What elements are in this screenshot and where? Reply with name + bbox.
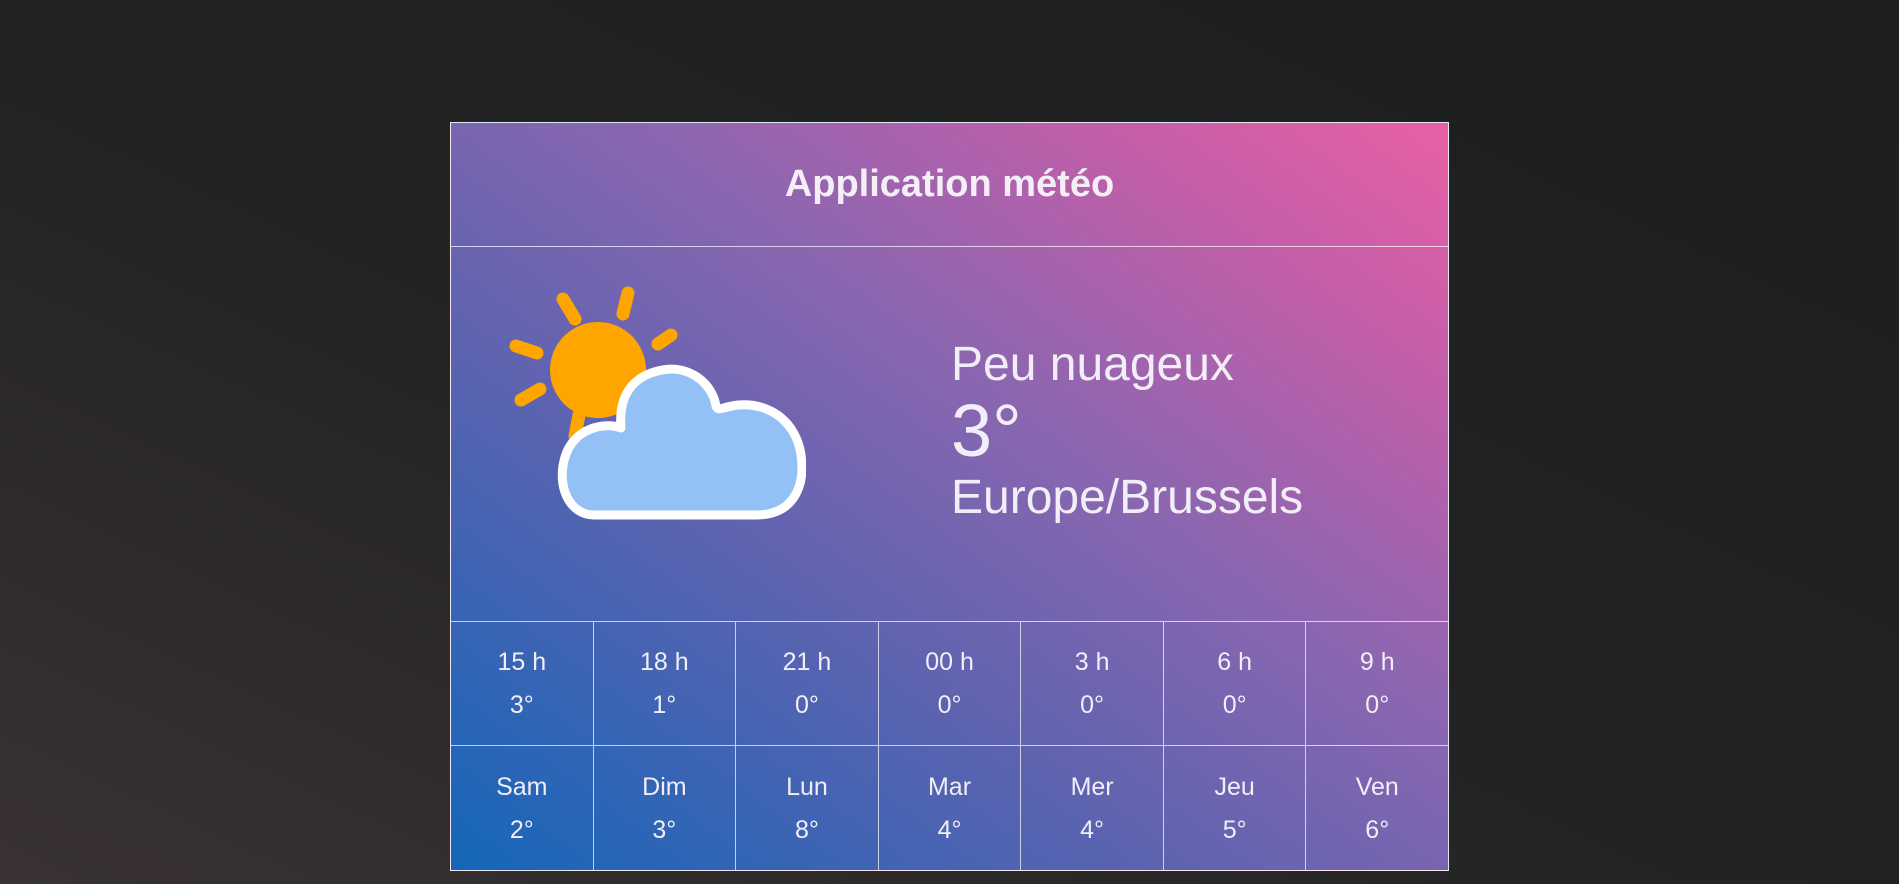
day-temp: 8° xyxy=(794,815,819,844)
hour-label: 00 h xyxy=(925,648,974,677)
day-cell: Mer 4° xyxy=(1021,746,1164,870)
hour-temp: 0° xyxy=(937,691,962,720)
day-cell: Ven 6° xyxy=(1306,746,1448,870)
hour-temp: 0° xyxy=(1222,691,1247,720)
day-label: Jeu xyxy=(1214,772,1255,801)
hour-cell: 6 h 0° xyxy=(1164,622,1307,746)
day-temp: 5° xyxy=(1222,815,1247,844)
partly-cloudy-icon xyxy=(509,286,806,520)
app-header: Application météo xyxy=(451,123,1448,247)
hour-label: 6 h xyxy=(1217,648,1253,677)
daily-forecast: Sam 2° Dim 3° Lun 8° Mar 4° Mer 4° Jeu 5… xyxy=(451,746,1448,870)
hour-temp: 0° xyxy=(794,691,819,720)
hour-cell: 18 h 1° xyxy=(594,622,737,746)
day-label: Dim xyxy=(642,772,687,801)
day-label: Mar xyxy=(927,772,972,801)
day-label: Mer xyxy=(1070,772,1114,801)
day-cell: Mar 4° xyxy=(879,746,1022,870)
hour-temp: 3° xyxy=(509,691,534,720)
hour-cell: 3 h 0° xyxy=(1021,622,1164,746)
app-title: Application météo xyxy=(784,162,1115,205)
hour-label: 9 h xyxy=(1359,648,1395,677)
hour-label: 21 h xyxy=(782,648,832,677)
hour-label: 15 h xyxy=(497,648,547,677)
current-info: Peu nuageux 3° Europe/Brussels xyxy=(951,337,1303,527)
current-weather: Peu nuageux 3° Europe/Brussels xyxy=(451,247,1448,623)
hour-label: 18 h xyxy=(640,648,689,677)
hour-label: 3 h xyxy=(1074,648,1110,677)
hourly-forecast: 15 h 3° 18 h 1° 21 h 0° 00 h 0° 3 h 0° 6… xyxy=(451,622,1448,747)
hour-cell: 21 h 0° xyxy=(736,622,879,746)
weather-description: Peu nuageux xyxy=(951,337,1234,391)
day-temp: 3° xyxy=(652,815,677,844)
day-cell: Dim 3° xyxy=(594,746,737,870)
hour-temp: 1° xyxy=(652,691,677,720)
day-cell: Sam 2° xyxy=(451,746,594,870)
day-temp: 4° xyxy=(1080,815,1105,844)
day-label: Ven xyxy=(1355,772,1399,801)
hour-cell: 00 h 0° xyxy=(879,622,1022,746)
hour-cell: 9 h 0° xyxy=(1306,622,1448,745)
day-cell: Lun 8° xyxy=(736,746,879,870)
current-temperature: 3° xyxy=(951,388,1022,472)
timezone-label: Europe/Brussels xyxy=(951,470,1304,524)
day-temp: 2° xyxy=(509,815,534,844)
hour-temp: 0° xyxy=(1080,691,1105,720)
hour-cell: 15 h 3° xyxy=(451,622,594,746)
day-label: Sam xyxy=(496,772,548,801)
day-cell: Jeu 5° xyxy=(1164,746,1307,870)
day-temp: 6° xyxy=(1365,815,1390,844)
weather-app: Application météo Peu nuageux 3° Europe/… xyxy=(450,122,1449,871)
hour-temp: 0° xyxy=(1365,691,1390,720)
day-label: Lun xyxy=(786,772,828,801)
day-temp: 4° xyxy=(937,815,962,844)
